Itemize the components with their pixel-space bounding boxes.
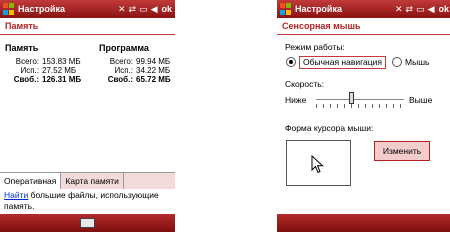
speed-slider-track[interactable] — [316, 99, 404, 100]
memory-row-total: Всего: 153.83 МБ — [5, 57, 92, 66]
row-value: 126.31 МБ — [42, 75, 82, 84]
status-icons: ✕ ⇄ ▭ ◀ — [118, 4, 158, 15]
page-title: Сенсорная мышь — [277, 19, 450, 35]
battery-icon[interactable]: ▭ — [139, 4, 148, 15]
speed-slider-thumb[interactable] — [348, 92, 354, 104]
speed-slider-ticks — [316, 104, 404, 108]
volume-icon[interactable]: ◀ — [428, 4, 435, 15]
title-bar: Настройка ✕ ⇄ ▭ ◀ ok — [277, 0, 450, 18]
navigation-option-label[interactable]: Обычная навигация — [299, 56, 386, 69]
memory-row-free: Своб.: 126.31 МБ — [5, 75, 92, 84]
app-title: Настройка — [295, 4, 342, 14]
tab-strip: Оперативная Карта памяти — [0, 172, 175, 189]
keyboard-icon[interactable] — [80, 218, 95, 228]
memory-heading: Память — [5, 43, 39, 53]
speed-label: Скорость: — [285, 79, 325, 89]
memory-row-used: Исп.: 27.52 МБ — [5, 66, 92, 75]
bottom-bar — [0, 214, 175, 232]
radio-mouse[interactable] — [392, 57, 402, 67]
hint-text: Найти большие файлы, использующие память… — [4, 190, 172, 212]
change-button[interactable]: Изменить — [374, 141, 430, 161]
windows-logo-icon[interactable] — [280, 3, 292, 15]
row-label: Всего: — [109, 57, 133, 66]
page-title: Память — [0, 19, 175, 35]
memory-screen: Настройка ✕ ⇄ ▭ ◀ ok Память Память Всего… — [0, 0, 175, 232]
find-link[interactable]: Найти — [4, 190, 28, 200]
tab-storage-card[interactable]: Карта памяти — [61, 173, 124, 189]
ok-button[interactable]: ok — [161, 4, 172, 14]
row-value: 27.52 МБ — [42, 66, 77, 75]
ok-button[interactable]: ok — [438, 4, 449, 14]
signal-x-icon[interactable]: ✕ — [395, 4, 403, 15]
mode-label: Режим работы: — [285, 42, 345, 52]
sync-icon[interactable]: ⇄ — [406, 4, 414, 15]
program-row-total: Всего: 99.94 МБ — [99, 57, 175, 66]
status-icons: ✕ ⇄ ▭ ◀ — [395, 4, 435, 15]
row-value: 65.72 МБ — [136, 75, 171, 84]
speed-low-label: Ниже — [285, 95, 307, 105]
touch-mouse-screen: Настройка ✕ ⇄ ▭ ◀ ok Сенсорная мышь Режи… — [277, 0, 450, 232]
memory-column: Память Всего: 153.83 МБ Исп.: 27.52 МБ С… — [5, 43, 92, 84]
volume-icon[interactable]: ◀ — [151, 4, 158, 15]
app-title: Настройка — [18, 4, 65, 14]
cursor-shape-label: Форма курсора мыши: — [285, 123, 374, 133]
row-value: 34.22 МБ — [136, 66, 171, 75]
row-value: 99.94 МБ — [136, 57, 171, 66]
row-label: Своб.: — [107, 75, 133, 84]
row-label: Всего: — [15, 57, 39, 66]
radio-navigation[interactable] — [286, 57, 296, 67]
cursor-preview — [286, 140, 351, 186]
program-row-free: Своб.: 65.72 МБ — [99, 75, 175, 84]
row-label: Своб.: — [13, 75, 39, 84]
battery-icon[interactable]: ▭ — [416, 4, 425, 15]
hint-body: большие файлы, использующие память. — [4, 190, 159, 211]
signal-x-icon[interactable]: ✕ — [118, 4, 126, 15]
mouse-option-label[interactable]: Мышь — [405, 57, 429, 67]
tab-ram[interactable]: Оперативная — [0, 173, 62, 189]
title-bar: Настройка ✕ ⇄ ▭ ◀ ok — [0, 0, 175, 18]
row-label: Исп.: — [20, 66, 39, 75]
program-column: Программа Всего: 99.94 МБ Исп.: 34.22 МБ… — [99, 43, 175, 84]
program-row-used: Исп.: 34.22 МБ — [99, 66, 175, 75]
windows-logo-icon[interactable] — [3, 3, 15, 15]
bottom-bar — [277, 214, 450, 232]
mouse-cursor-icon — [311, 155, 324, 174]
sync-icon[interactable]: ⇄ — [129, 4, 137, 15]
row-label: Исп.: — [114, 66, 133, 75]
program-heading: Программа — [99, 43, 149, 53]
row-value: 153.83 МБ — [42, 57, 81, 66]
speed-high-label: Выше — [409, 95, 433, 105]
